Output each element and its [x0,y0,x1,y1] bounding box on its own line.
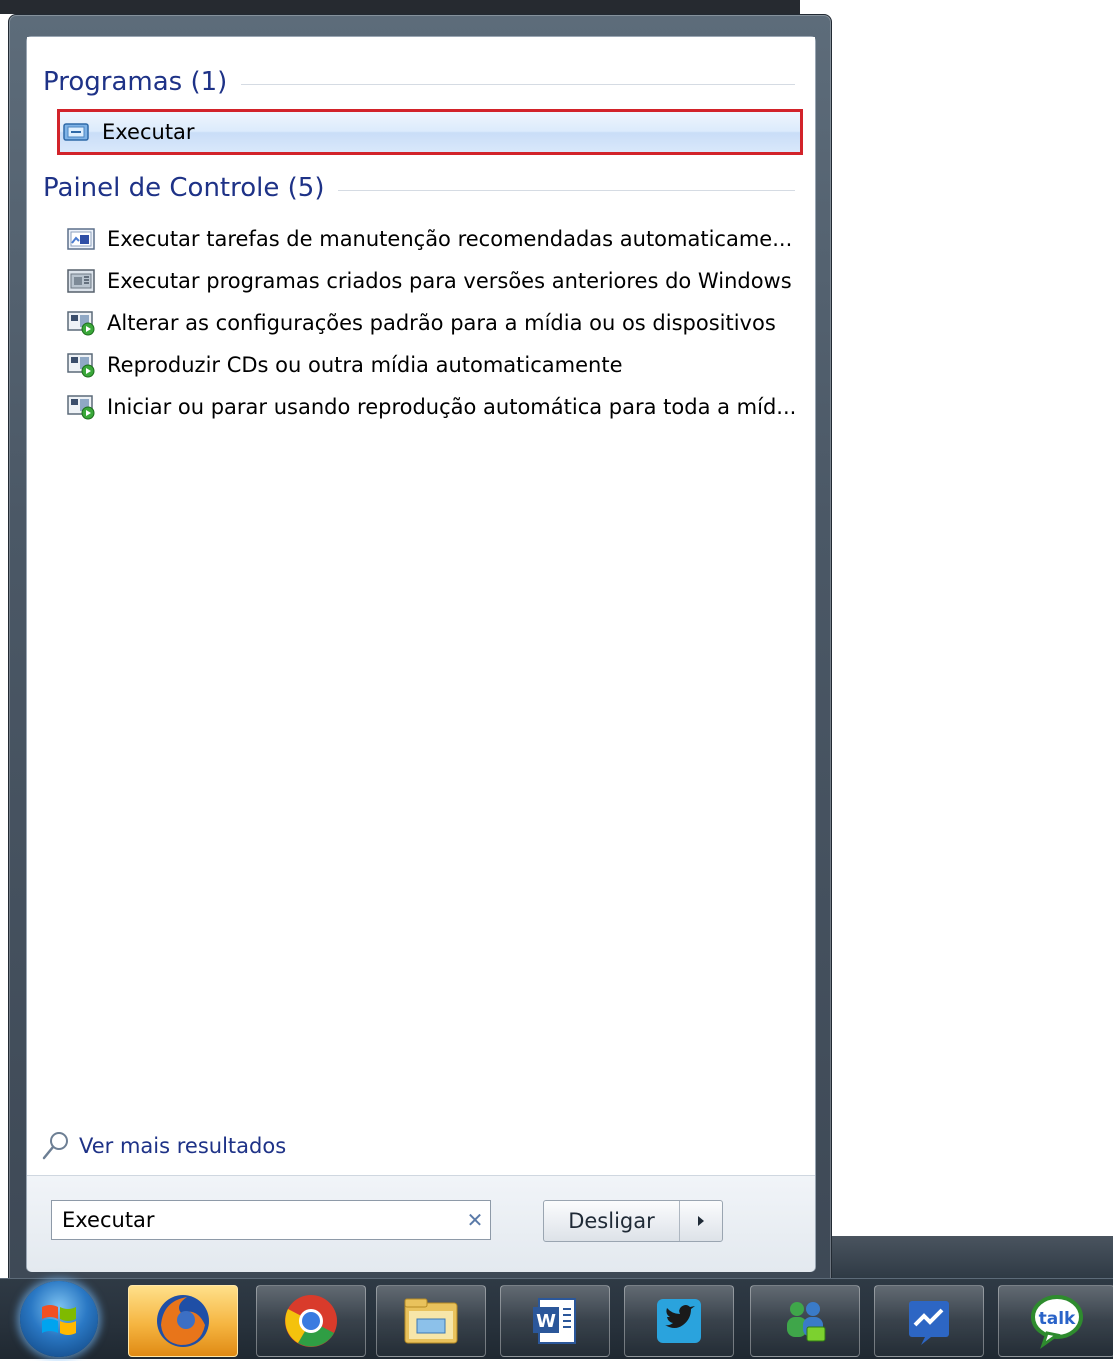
chevron-right-icon [698,1216,704,1226]
start-menu: Programas (1) Executar Painel de Control… [26,36,816,1272]
start-menu-bottom-bar: ✕ Desligar [27,1175,815,1272]
group-header-programs: Programas (1) [43,65,795,99]
shutdown-options-button[interactable] [680,1201,722,1241]
compatibility-icon [65,267,97,295]
taskbar-word[interactable]: W [500,1285,610,1357]
search-box[interactable]: ✕ [51,1200,491,1240]
group-title: Programas (1) [43,67,228,97]
autoplay-icon [65,351,97,379]
result-item-label: Iniciar ou parar usando reprodução autom… [107,395,797,419]
clear-icon[interactable]: ✕ [460,1208,490,1232]
chrome-icon [285,1295,337,1347]
maintenance-icon [65,225,97,253]
taskbar-twitter[interactable] [624,1285,734,1357]
twitter-icon [657,1299,701,1343]
group-title: Painel de Controle (5) [43,173,325,203]
activity-icon [909,1301,949,1345]
result-item-label: Executar tarefas de manutenção recomenda… [107,227,793,251]
result-item-executar[interactable]: Executar [57,109,803,155]
shutdown-button-group: Desligar [543,1200,723,1242]
group-divider [338,189,795,191]
search-icon [42,1132,68,1160]
windows-start-orb[interactable] [20,1281,98,1357]
talk-icon: talk [1030,1295,1083,1349]
taskbar-gtalk[interactable]: talk [998,1285,1113,1357]
group-divider [241,83,795,85]
autoplay-icon [65,309,97,337]
shutdown-label: Desligar [568,1209,655,1233]
taskbar-pulse[interactable] [874,1285,984,1357]
taskbar-explorer[interactable] [376,1285,486,1357]
desktop-background [830,1236,1113,1278]
windows-logo-icon [42,1305,76,1335]
result-item-maintenance[interactable]: Executar tarefas de manutenção recomenda… [65,221,805,257]
firefox-icon [157,1295,209,1347]
see-more-results-link[interactable]: Ver mais resultados [41,1129,286,1163]
result-item-label: Executar [102,120,195,144]
result-item-label: Reproduzir CDs ou outra mídia automatica… [107,353,623,377]
result-item-autoplay-cds[interactable]: Reproduzir CDs ou outra mídia automatica… [65,347,805,383]
result-item-compatibility[interactable]: Executar programas criados para versões … [65,263,805,299]
result-item-autoplay-defaults[interactable]: Alterar as configurações padrão para a m… [65,305,805,341]
result-item-autoplay-toggle[interactable]: Iniciar ou parar usando reprodução autom… [65,389,805,425]
shutdown-button[interactable]: Desligar [544,1201,680,1241]
taskbar-firefox[interactable] [128,1285,238,1357]
search-results-pane: Programas (1) Executar Painel de Control… [27,37,815,1175]
search-input[interactable] [52,1207,460,1233]
svg-text:talk: talk [1038,1309,1075,1329]
folder-icon [404,1298,458,1344]
run-icon [60,118,92,146]
result-item-label: Executar programas criados para versões … [107,269,792,293]
autoplay-icon [65,393,97,421]
group-header-control-panel: Painel de Controle (5) [43,171,795,205]
messenger-icon [787,1302,826,1342]
word-icon: W [533,1298,576,1344]
desktop-top-strip [0,0,800,14]
result-item-label: Alterar as configurações padrão para a m… [107,311,776,335]
see-more-label: Ver mais resultados [79,1134,287,1158]
taskbar-chrome[interactable] [256,1285,366,1357]
taskbar-messenger[interactable] [750,1285,860,1357]
svg-text:W: W [536,1311,556,1332]
taskbar: W talk [0,1278,1113,1359]
